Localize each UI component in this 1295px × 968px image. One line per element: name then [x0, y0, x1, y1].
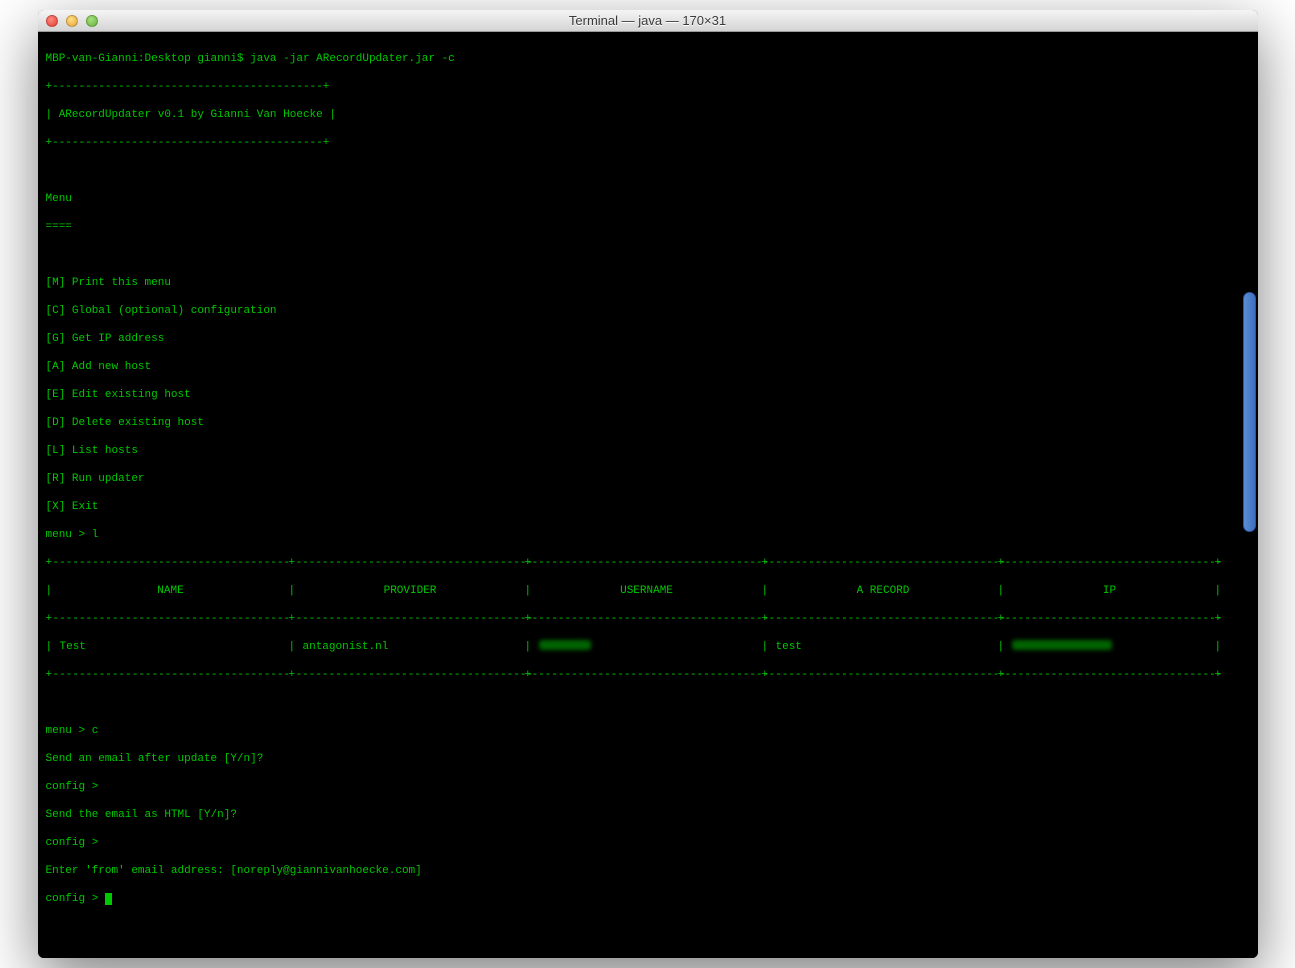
cell-username: [532, 640, 762, 654]
config-line: Send an email after update [Y/n]?: [46, 752, 1250, 766]
config-prompt-final: config >: [46, 892, 1250, 906]
terminal-window: Terminal — java — 170×31 MBP-van-Gianni:…: [38, 10, 1258, 958]
config-line: config >: [46, 836, 1250, 850]
cell-arecord: test: [769, 640, 998, 654]
menu-header: Menu: [46, 192, 1250, 206]
menu-prompt-l: menu > l: [46, 528, 1250, 542]
cursor-icon: [105, 893, 112, 905]
menu-item: [E] Edit existing host: [46, 388, 1250, 402]
box-border-bottom: +---------------------------------------…: [46, 136, 1250, 150]
menu-item: [M] Print this menu: [46, 276, 1250, 290]
menu-item: [G] Get IP address: [46, 332, 1250, 346]
redacted-username: [539, 640, 591, 650]
redacted-ip: [1012, 640, 1112, 650]
minimize-icon[interactable]: [66, 15, 78, 27]
titlebar: Terminal — java — 170×31: [38, 10, 1258, 32]
config-line: config >: [46, 780, 1250, 794]
table-header-row: |NAME|PROVIDER|USERNAME|A RECORD|IP|: [46, 584, 1250, 598]
table-row: |Test|antagonist.nl||test||: [46, 640, 1250, 654]
menu-underline: ====: [46, 220, 1250, 234]
table-rule-bottom: +------------------------------------+--…: [46, 668, 1250, 682]
shell-prompt: MBP-van-Gianni:Desktop gianni$ java -jar…: [46, 52, 1250, 66]
window-title: Terminal — java — 170×31: [38, 13, 1258, 28]
traffic-lights: [38, 15, 98, 27]
col-provider: PROVIDER: [296, 584, 525, 598]
table-rule-mid: +------------------------------------+--…: [46, 612, 1250, 626]
config-prompt-text: config >: [46, 893, 105, 905]
config-line: Send the email as HTML [Y/n]?: [46, 808, 1250, 822]
cell-provider: antagonist.nl: [296, 640, 525, 654]
config-line: Enter 'from' email address: [noreply@gia…: [46, 864, 1250, 878]
cell-name: Test: [53, 640, 289, 654]
box-title: | ARecordUpdater v0.1 by Gianni Van Hoec…: [46, 108, 1250, 122]
scrollbar[interactable]: [1243, 292, 1256, 532]
menu-prompt-c: menu > c: [46, 724, 1250, 738]
col-name: NAME: [53, 584, 289, 598]
table-rule-top: +------------------------------------+--…: [46, 556, 1250, 570]
terminal-content[interactable]: MBP-van-Gianni:Desktop gianni$ java -jar…: [38, 32, 1258, 958]
menu-item: [A] Add new host: [46, 360, 1250, 374]
close-icon[interactable]: [46, 15, 58, 27]
menu-item: [L] List hosts: [46, 444, 1250, 458]
menu-item: [D] Delete existing host: [46, 416, 1250, 430]
menu-item: [X] Exit: [46, 500, 1250, 514]
col-ip: IP: [1005, 584, 1215, 598]
maximize-icon[interactable]: [86, 15, 98, 27]
menu-item: [C] Global (optional) configuration: [46, 304, 1250, 318]
cell-ip: [1005, 640, 1215, 654]
box-border-top: +---------------------------------------…: [46, 80, 1250, 94]
col-arecord: A RECORD: [769, 584, 998, 598]
menu-item: [R] Run updater: [46, 472, 1250, 486]
col-username: USERNAME: [532, 584, 762, 598]
